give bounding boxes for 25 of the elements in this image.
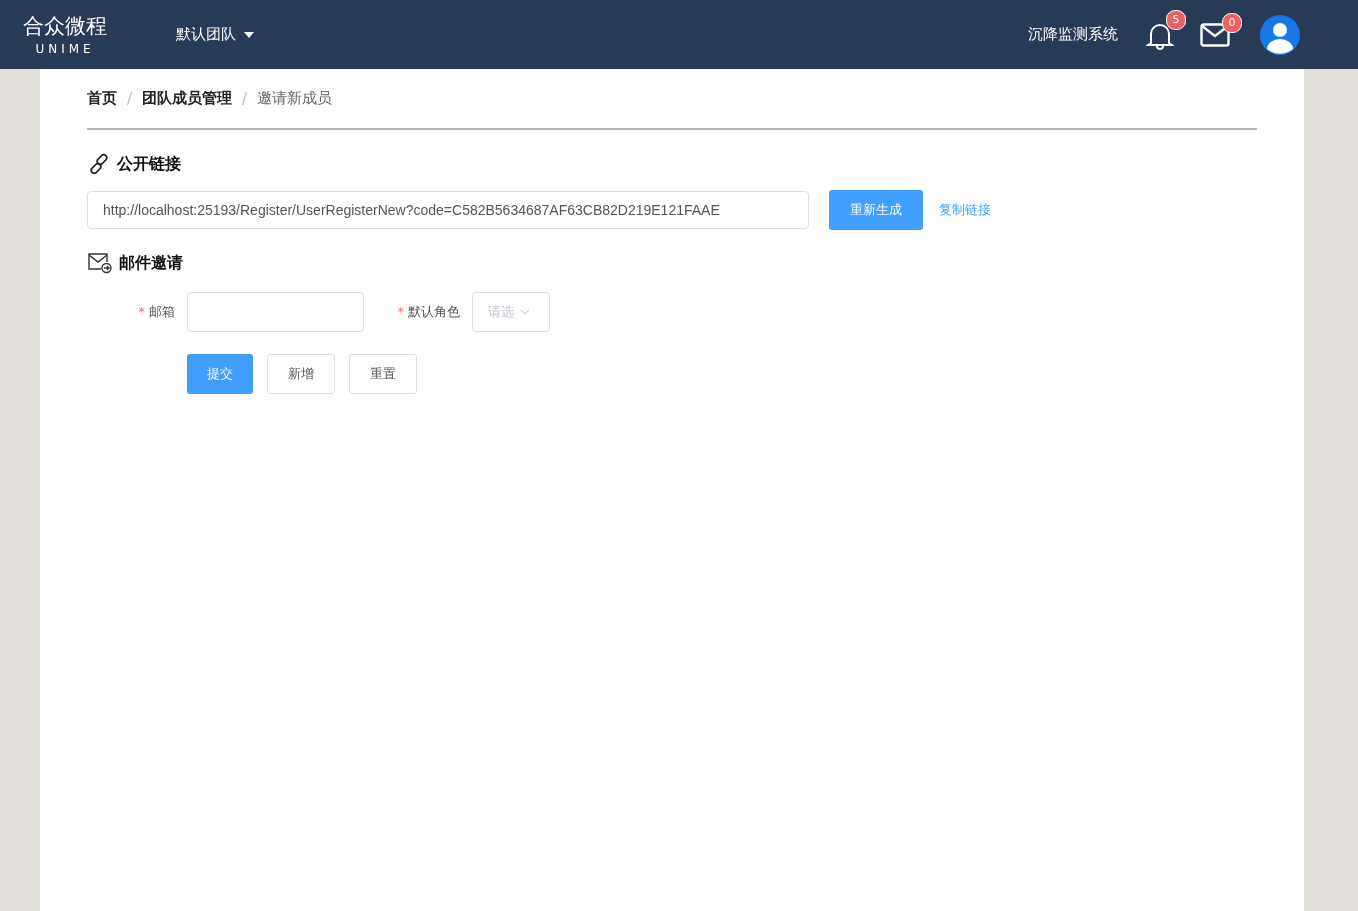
- email-label: * 邮箱: [137, 303, 175, 321]
- team-dropdown[interactable]: 默认团队: [176, 25, 254, 44]
- email-field[interactable]: [187, 292, 364, 332]
- messages-badge: 0: [1222, 12, 1242, 33]
- envelope-icon[interactable]: [1200, 22, 1230, 47]
- mail-icon: [87, 252, 113, 274]
- avatar-icon[interactable]: [1260, 14, 1300, 55]
- caret-icon: [244, 31, 254, 38]
- breadcrumb-link[interactable]: 团队成员管理: [142, 89, 233, 108]
- breadcrumb-separator: /: [242, 89, 248, 108]
- link-icon: [87, 152, 111, 176]
- role-label: * 默认角色: [396, 303, 460, 321]
- link-field[interactable]: http://localhost:25193/Register/UserRegisterNew?code=C582B5634687AF63CB82D219E121FAAE: [87, 191, 809, 229]
- breadcrumb-separator: /: [127, 89, 133, 108]
- logo-subtitle: UNIME: [35, 41, 95, 56]
- breadcrumb-link[interactable]: 首页: [87, 89, 117, 108]
- section-title: 邮件邀请: [119, 252, 183, 274]
- form-button[interactable]: 重置: [349, 354, 417, 394]
- section-title: 公开链接: [117, 153, 181, 175]
- form-button[interactable]: 新增: [267, 354, 335, 394]
- notification-badge: 5: [1166, 9, 1186, 30]
- system-name: 沉降监测系统: [1028, 25, 1118, 44]
- chevron-icon: [520, 309, 530, 315]
- breadcrumb-link[interactable]: 邀请新成员: [257, 89, 333, 108]
- logo-title: 合众微程: [23, 13, 107, 38]
